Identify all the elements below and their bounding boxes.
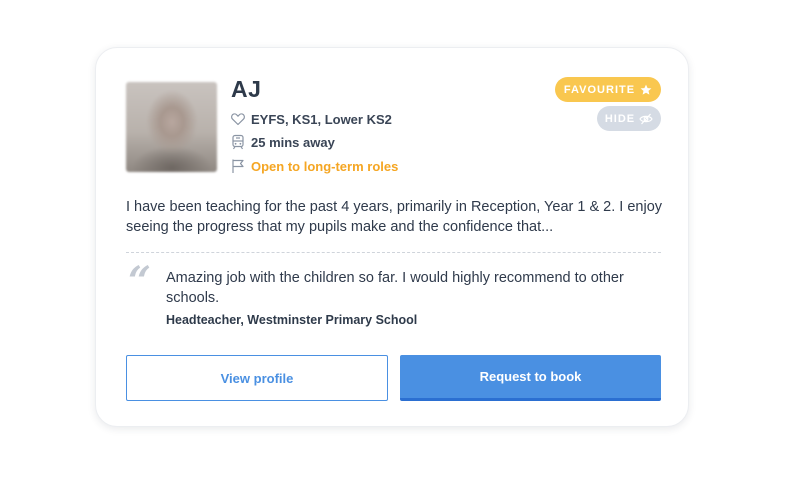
favourite-label: FAVOURITE bbox=[563, 83, 636, 96]
distance-text: 25 mins away bbox=[251, 134, 335, 150]
avatar bbox=[126, 82, 217, 172]
request-to-book-button[interactable]: Request to book bbox=[400, 355, 661, 401]
hide-button[interactable]: HIDE bbox=[597, 106, 661, 131]
eye-slash-icon bbox=[639, 113, 653, 124]
availability-text: Open to long-term roles bbox=[251, 158, 399, 174]
favourite-button[interactable]: FAVOURITE bbox=[555, 77, 661, 102]
subjects-row: EYFS, KS1, Lower KS2 bbox=[230, 110, 392, 128]
availability-row: Open to long-term roles bbox=[230, 157, 398, 175]
star-icon bbox=[640, 84, 652, 95]
subjects-text: EYFS, KS1, Lower KS2 bbox=[251, 111, 392, 127]
heart-icon bbox=[231, 113, 245, 126]
divider bbox=[126, 252, 661, 253]
distance-row: 25 mins away bbox=[230, 133, 335, 151]
quote-icon: “ bbox=[128, 258, 152, 305]
testimonial-author: Headteacher, Westminster Primary School bbox=[166, 313, 418, 327]
flag-icon bbox=[232, 159, 244, 173]
train-icon bbox=[232, 134, 244, 150]
candidate-bio: I have been teaching for the past 4 year… bbox=[126, 199, 663, 235]
candidate-card: AJ EYFS, KS1, Lower KS2 25 mins away Ope… bbox=[95, 47, 689, 427]
testimonial-text: Amazing job with the children so far. I … bbox=[166, 270, 624, 306]
candidate-name: AJ bbox=[231, 76, 262, 102]
view-profile-button[interactable]: View profile bbox=[126, 355, 388, 401]
hide-label: HIDE bbox=[604, 112, 636, 125]
